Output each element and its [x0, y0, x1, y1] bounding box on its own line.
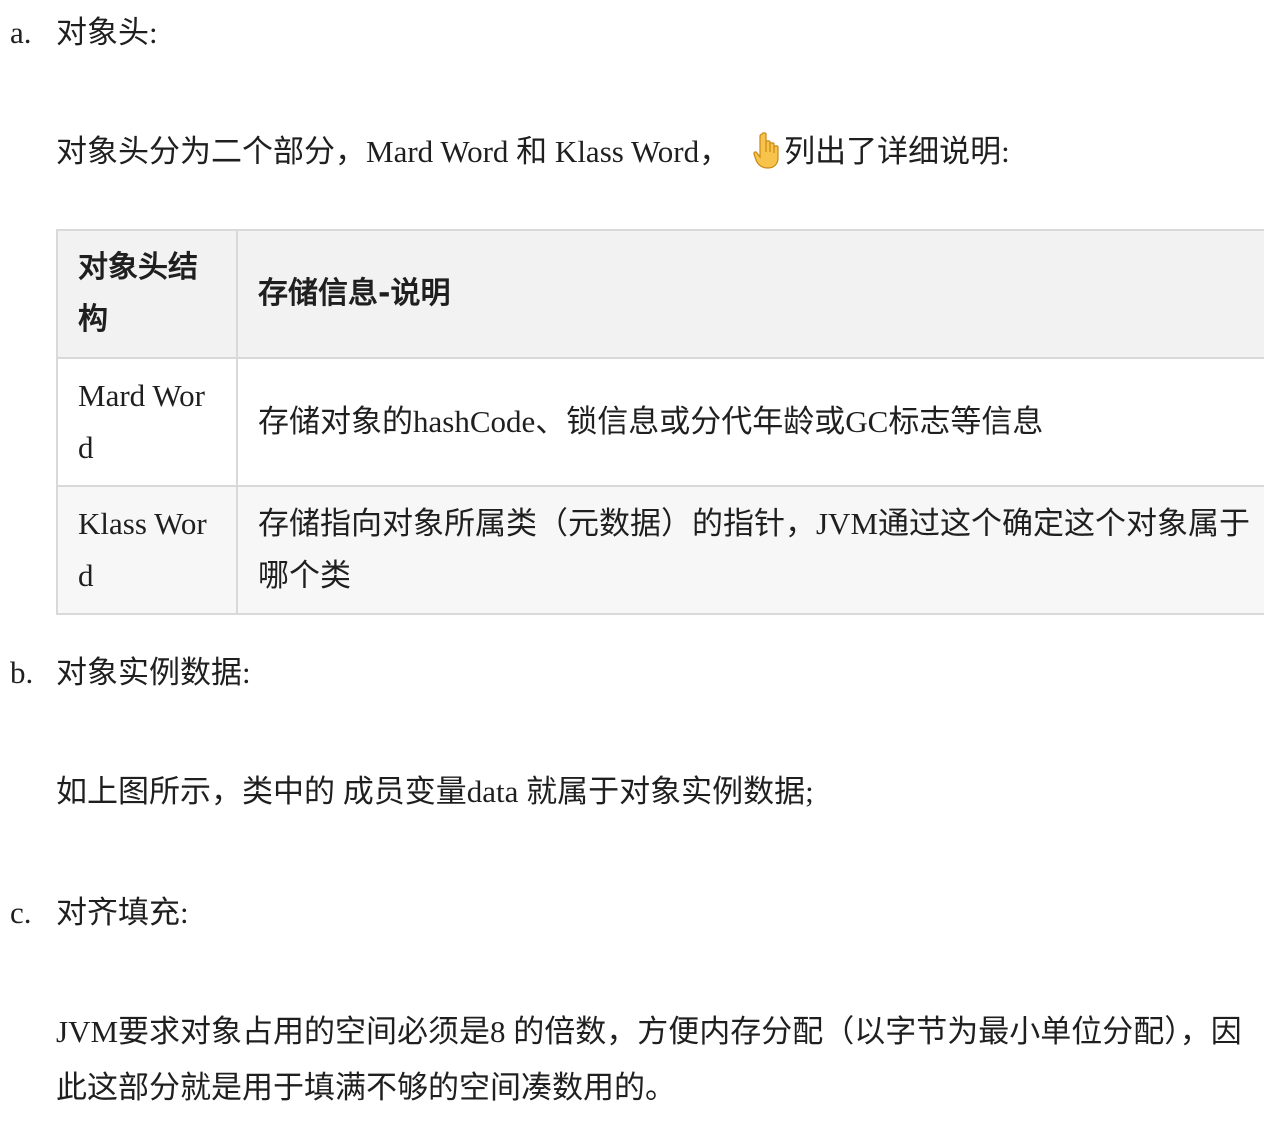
instance-data-title: 对象实例数据: [56, 655, 251, 690]
table-row: Mard Word 存储对象的hashCode、锁信息或分代年龄或GC标志等信息 [56, 357, 1264, 487]
object-header-desc-tail: 列出了详细说明: [784, 134, 1010, 169]
object-header-title: 对象头: [56, 15, 158, 50]
table-header-description: 存储信息-说明 [236, 229, 1264, 359]
table-header-row: 对象头结构 存储信息-说明 [56, 229, 1264, 359]
list-marker-c: c. [10, 895, 32, 930]
table-cell-description: 存储对象的hashCode、锁信息或分代年龄或GC标志等信息 [236, 357, 1264, 487]
table-cell-description: 存储指向对象所属类（元数据）的指针，JVM通过这个确定这个对象属于哪个类 [236, 485, 1264, 615]
padding-title: 对齐填充: [56, 895, 189, 930]
padding-description: JVM要求对象占用的空间必须是8 的倍数，方便内存分配（以字节为最小单位分配），… [56, 1014, 1242, 1105]
table-header-structure: 对象头结构 [56, 229, 238, 359]
object-header-description: 对象头分为二个部分，Mard Word 和 Klass Word， 列出了详细说… [56, 124, 1256, 180]
object-header-table: 对象头结构 存储信息-说明 Mard Word 存储对象的hashCode、锁信… [56, 229, 1264, 615]
instance-data-description: 如上图所示，类中的 成员变量data 就属于对象实例数据; [56, 774, 814, 809]
pointing-down-icon [753, 132, 779, 169]
list-marker-b: b. [10, 655, 34, 690]
object-header-desc-text: 对象头分为二个部分，Mard Word 和 Klass Word， [56, 134, 731, 169]
table-cell-name: Mard Word [56, 357, 238, 487]
table-row: Klass Word 存储指向对象所属类（元数据）的指针，JVM通过这个确定这个… [56, 485, 1264, 615]
table-cell-name: Klass Word [56, 485, 238, 615]
list-marker-a: a. [10, 15, 32, 50]
